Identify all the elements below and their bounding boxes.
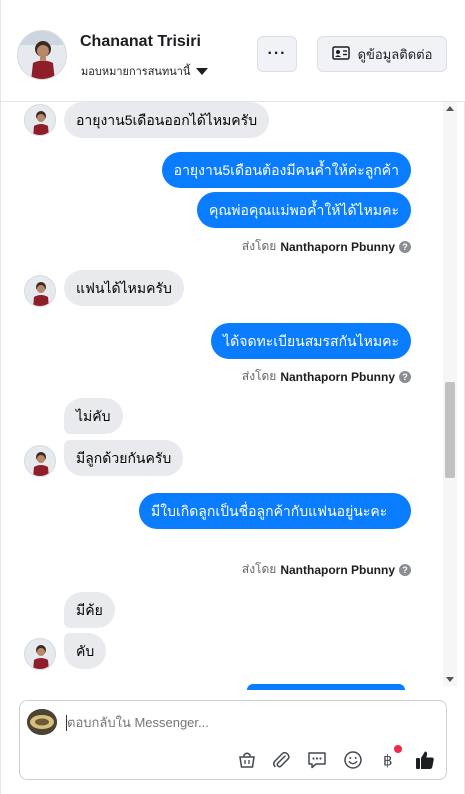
chat-panel: Chananat Trisiri มอบหมายการสนทนานี้ ··· … [0,0,465,794]
help-icon[interactable]: ? [399,240,411,253]
sent-by-label: ส่งโดย Nanthaporn Pbunny ? [242,237,411,256]
like-icon[interactable] [412,747,438,773]
notification-dot [394,745,402,753]
sent-by-agent: Nanthaporn Pbunny [280,239,395,254]
page-avatar [27,709,57,735]
more-icon: ··· [267,45,287,62]
incoming-message[interactable]: มีลูกด้วยกันครับ [64,440,184,476]
incoming-message[interactable]: มีค้ย [64,592,115,628]
sent-by-prefix: ส่งโดย [241,562,277,576]
bag-icon[interactable] [234,747,260,773]
help-icon[interactable]: ? [399,563,411,576]
assign-conversation-label: มอบหมายการสนทนานี้ [81,66,191,78]
caret-down-icon [196,67,209,75]
emoji-icon[interactable] [340,747,366,773]
outgoing-message[interactable]: ได้จดทะเบียนสมรสกันไหมคะ [211,323,411,359]
incoming-message[interactable]: ไม่คับ [64,398,123,434]
sent-by-prefix: ส่งโดย [241,239,277,253]
svg-text:฿: ฿ [383,752,393,770]
reply-input[interactable] [67,715,427,730]
sender-avatar [24,445,56,477]
incoming-message[interactable]: อายุงาน5เดือนออกได้ไหมครับ [64,102,270,138]
sent-by-label: ส่งโดย Nanthaporn Pbunny ? [242,367,411,386]
sent-by-label: ส่งโดย Nanthaporn Pbunny ? [242,560,411,579]
attach-icon[interactable] [268,747,294,773]
contact-name: Chananat Trisiri [80,33,201,50]
message-thread[interactable]: อายุงาน5เดือนออกได้ไหมครับ อายุงาน5เดือน… [1,102,457,686]
scroll-up-icon[interactable] [446,106,454,111]
incoming-message[interactable]: แฟนได้ไหมครับ [64,270,184,306]
sender-avatar [24,638,56,670]
view-contact-label: ดูข้อมูลติดต่อ [357,46,433,62]
sent-by-agent: Nanthaporn Pbunny [280,369,395,384]
outgoing-message[interactable]: อายุงาน5เดือนต้องมีคนค้ำให้ค่ะลูกค้า [161,152,411,188]
outgoing-message[interactable]: มีใบเกิดลูกเป็นชื่อลูกค้ากับแฟนอยู่นะคะ [139,493,411,529]
sender-avatar [24,104,56,136]
scroll-down-icon[interactable] [446,677,454,682]
assign-conversation-dropdown[interactable]: มอบหมายการสนทนานี้ [81,62,209,80]
outgoing-message[interactable]: คุณพ่อคุณแม่พอค้ำให้ได้ไหมคะ [196,192,411,228]
scroll-thumb[interactable] [445,382,455,478]
contact-card-icon [331,45,350,63]
view-contact-button[interactable]: ดูข้อมูลติดต่อ [317,36,447,72]
outgoing-message-partial [247,684,405,690]
sent-by-agent: Nanthaporn Pbunny [280,562,395,577]
help-icon[interactable]: ? [399,370,411,383]
sent-by-prefix: ส่งโดย [241,369,277,383]
sender-avatar [24,275,56,307]
composer-toolbar: ฿ [20,745,446,775]
saved-reply-icon[interactable] [304,747,330,773]
message-composer: ฿ [19,700,447,780]
conversation-header: Chananat Trisiri มอบหมายการสนทนานี้ ··· … [1,0,465,102]
more-options-button[interactable]: ··· [257,36,297,72]
incoming-message[interactable]: คับ [64,633,107,669]
contact-avatar[interactable] [17,30,67,80]
thread-scrollbar[interactable] [443,102,457,686]
